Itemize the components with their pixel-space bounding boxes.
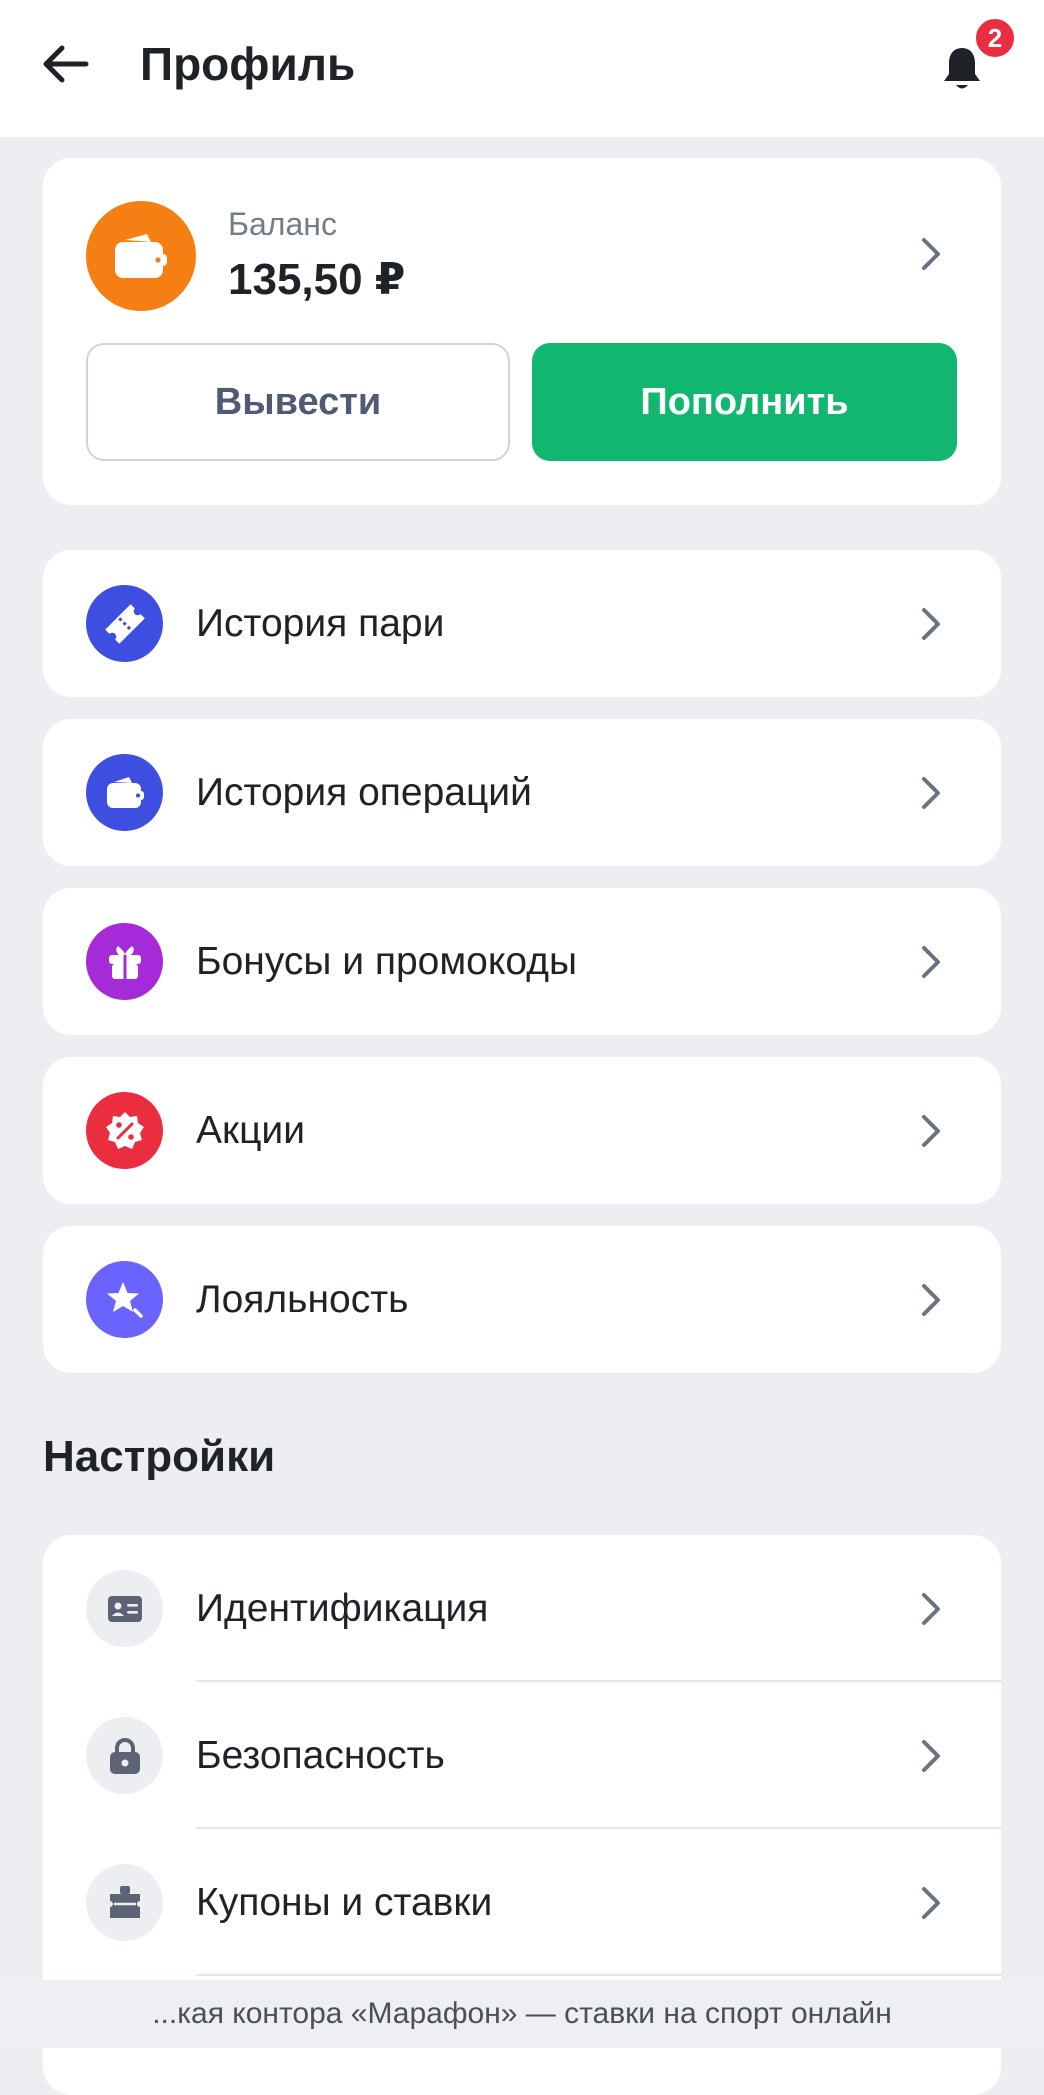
id-card-icon <box>107 1595 142 1622</box>
menu-item-bonuses-promocodes[interactable]: Бонусы и промокоды <box>43 888 1001 1035</box>
balance-label: Баланс <box>228 206 337 242</box>
menu-item-label: История операций <box>196 770 532 814</box>
settings-icon-bg <box>86 1864 163 1941</box>
settings-icon-bg <box>86 1570 163 1647</box>
menu-item-promotions[interactable]: Акции <box>43 1057 1001 1204</box>
wallet-icon <box>106 776 144 808</box>
balance-wallet-icon-bg <box>86 201 196 311</box>
chevron-right-icon <box>922 608 940 640</box>
chevron-right-icon <box>922 777 940 809</box>
chevron-right-icon <box>922 1284 940 1316</box>
settings-icon-bg <box>86 1717 163 1794</box>
settings-item-security[interactable]: Безопасность <box>43 1682 1001 1829</box>
menu-item-transaction-history[interactable]: История операций <box>43 719 1001 866</box>
menu-icon-bg <box>86 923 163 1000</box>
menu-item-label: Лояльность <box>196 1277 409 1321</box>
page-title: Профиль <box>140 38 356 90</box>
withdraw-button[interactable]: Вывести <box>86 343 510 461</box>
chevron-right-icon <box>922 1593 940 1625</box>
gift-icon <box>108 945 141 979</box>
settings-item-identification[interactable]: Идентификация <box>43 1535 1001 1682</box>
divider <box>196 1974 1001 1976</box>
chevron-right-icon <box>922 238 940 270</box>
wallet-icon <box>115 234 167 278</box>
page-caption: ...кая контора «Марафон» — ставки на спо… <box>152 1997 892 2030</box>
back-button[interactable] <box>36 32 94 96</box>
settings-item-coupons-bets[interactable]: Купоны и ставки <box>43 1829 1001 1976</box>
notification-badge: 2 <box>973 16 1017 60</box>
balance-card: Баланс 135,50 ₽ Вывести Пополнить <box>43 158 1001 505</box>
ticket-icon <box>104 603 145 644</box>
menu-icon-bg <box>86 585 163 662</box>
menu-icon-bg <box>86 754 163 831</box>
settings-item-label: Безопасность <box>196 1733 445 1777</box>
menu-icon-bg <box>86 1092 163 1169</box>
balance-amount: 135,50 ₽ <box>228 255 406 304</box>
star-icon <box>106 1281 143 1318</box>
menu-item-label: Акции <box>196 1108 305 1152</box>
percent-badge-icon <box>105 1111 144 1149</box>
top-app-bar: Профиль 2 <box>0 0 1044 137</box>
settings-section-title: Настройки <box>43 1432 276 1481</box>
lock-icon <box>109 1737 140 1774</box>
chevron-right-icon <box>922 1887 940 1919</box>
menu-item-loyalty[interactable]: Лояльность <box>43 1226 1001 1373</box>
settings-item-label: Купоны и ставки <box>196 1880 493 1924</box>
menu-icon-bg <box>86 1261 163 1338</box>
chevron-right-icon <box>922 1740 940 1772</box>
coupon-icon <box>109 1885 140 1918</box>
page-caption-bar: ...кая контора «Марафон» — ставки на спо… <box>0 1980 1044 2048</box>
menu-item-label: Бонусы и промокоды <box>196 939 577 983</box>
chevron-right-icon <box>922 946 940 978</box>
arrow-left-icon <box>43 45 89 83</box>
menu-item-bet-history[interactable]: История пари <box>43 550 1001 697</box>
notifications-button[interactable]: 2 <box>932 16 1017 100</box>
balance-row[interactable]: Баланс 135,50 ₽ <box>43 158 1001 338</box>
deposit-button[interactable]: Пополнить <box>532 343 957 461</box>
menu-item-label: История пари <box>196 601 445 645</box>
settings-item-label: Идентификация <box>196 1586 489 1630</box>
chevron-right-icon <box>922 1115 940 1147</box>
